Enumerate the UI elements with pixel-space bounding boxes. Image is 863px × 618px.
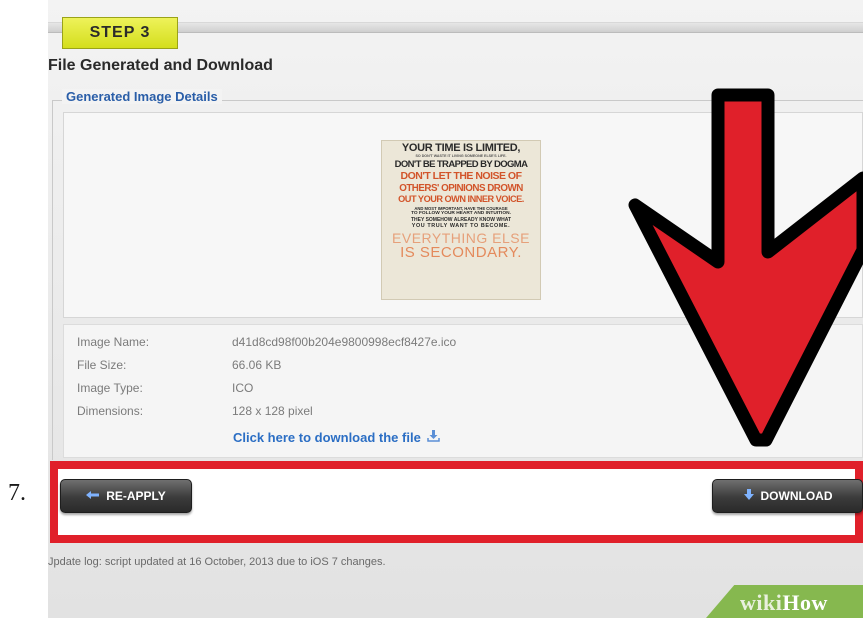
logo-wiki-text: wiki (740, 590, 783, 615)
wikihow-logo: wikiHow (740, 590, 828, 616)
red-down-arrow-icon (628, 88, 863, 447)
update-log-text: Jpdate log: script updated at 16 October… (48, 556, 386, 568)
logo-how-text: How (782, 590, 828, 615)
